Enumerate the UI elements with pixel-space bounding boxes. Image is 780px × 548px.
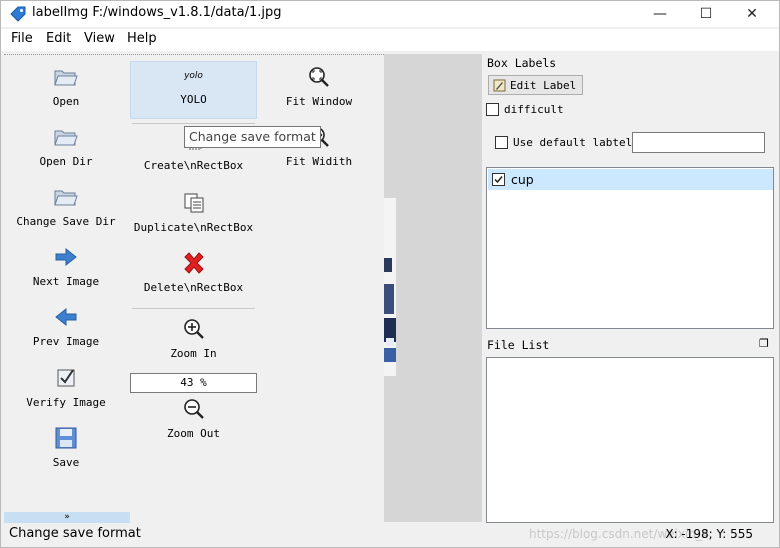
fit-window-button[interactable]: Fit Window xyxy=(257,65,381,108)
tag-icon xyxy=(10,6,26,22)
duplicate-rectbox-button[interactable]: Duplicate\nRectBox xyxy=(130,191,257,234)
format-label: YOLO xyxy=(180,93,207,106)
edit-label-text: Edit Label xyxy=(510,78,577,92)
zoom-in-icon xyxy=(183,319,204,339)
difficult-checkbox[interactable] xyxy=(486,103,499,116)
tooltip: Change save format xyxy=(184,126,321,148)
change-save-dir-button[interactable]: Change Save Dir xyxy=(4,185,128,228)
open-button[interactable]: Open xyxy=(4,65,128,108)
verify-image-label: Verify Image xyxy=(26,396,106,409)
pencil-icon xyxy=(493,79,506,91)
delete-rectbox-button[interactable]: Delete\nRectBox xyxy=(130,251,257,294)
change-save-dir-label: Change Save Dir xyxy=(16,215,116,228)
default-label-input[interactable] xyxy=(632,132,765,153)
open-dir-button[interactable]: Open Dir xyxy=(4,125,128,168)
zoom-out-label: Zoom Out xyxy=(167,427,220,440)
duplicate-rectbox-label: Duplicate\nRectBox xyxy=(133,221,254,234)
copy-icon xyxy=(184,193,203,213)
zoom-out-button[interactable]: Zoom Out xyxy=(130,397,257,440)
file-list-title: File List xyxy=(487,338,550,352)
delete-rectbox-label: Delete\nRectBox xyxy=(143,281,244,294)
open-dir-label: Open Dir xyxy=(39,155,93,168)
label-list-item[interactable]: cup xyxy=(488,169,773,190)
menu-bar: File Edit View Help xyxy=(1,29,779,51)
create-rectbox-label: Create\nRectBox xyxy=(143,159,244,172)
menu-file[interactable]: File xyxy=(11,31,33,46)
window-title: labelImg F:/windows_v1.8.1/data/1.jpg xyxy=(32,5,282,20)
fit-window-label: Fit Window xyxy=(285,95,353,108)
toolbar: Open Open Dir Change Save Dir Next Image xyxy=(4,54,384,524)
edit-label-button[interactable]: Edit Label xyxy=(488,75,583,95)
checkbox-check-icon xyxy=(57,369,75,387)
folder-open-icon xyxy=(54,70,78,86)
zoom-in-button[interactable]: Zoom In xyxy=(130,317,257,360)
image-canvas[interactable] xyxy=(384,54,482,522)
close-button[interactable]: ✕ xyxy=(729,1,775,27)
format-tool[interactable]: yolo YOLO xyxy=(130,69,257,106)
floppy-disk-icon xyxy=(55,427,77,449)
zoom-in-label: Zoom In xyxy=(170,347,217,360)
status-message: Change save format xyxy=(9,526,141,541)
title-bar[interactable]: labelImg F:/windows_v1.8.1/data/1.jpg — … xyxy=(1,1,779,27)
save-label: Save xyxy=(52,456,80,469)
fit-width-label: Fit Widith xyxy=(285,155,353,168)
menu-view[interactable]: View xyxy=(84,31,115,46)
next-image-button[interactable]: Next Image xyxy=(4,245,128,288)
minimize-button[interactable]: — xyxy=(637,1,683,27)
image-preview xyxy=(384,198,396,376)
next-image-label: Next Image xyxy=(32,275,100,288)
difficult-label: difficult xyxy=(504,103,564,116)
folder-open-icon xyxy=(54,190,78,206)
maximize-button[interactable]: ☐ xyxy=(683,1,729,27)
box-labels-title: Box Labels xyxy=(487,56,557,70)
verify-image-button[interactable]: Verify Image xyxy=(4,366,128,409)
label-name: cup xyxy=(511,172,534,187)
zoom-value-spinbox[interactable]: 43 % xyxy=(130,373,257,393)
label-list[interactable]: cup xyxy=(486,167,774,329)
use-default-label-checkbox[interactable] xyxy=(495,136,508,149)
folder-open-icon xyxy=(54,130,78,146)
prev-image-label: Prev Image xyxy=(32,335,100,348)
delete-x-icon xyxy=(183,252,204,274)
zoom-out-icon xyxy=(183,399,204,419)
prev-image-button[interactable]: Prev Image xyxy=(4,305,128,348)
cursor-coordinates: X: -198; Y: 555 xyxy=(665,527,753,541)
arrow-left-icon xyxy=(55,307,77,327)
open-label: Open xyxy=(52,95,80,108)
menu-edit[interactable]: Edit xyxy=(46,31,71,46)
fit-window-icon xyxy=(309,67,329,87)
file-list[interactable] xyxy=(486,357,774,523)
arrow-right-icon xyxy=(55,247,77,267)
use-default-label-text: Use default labtel xyxy=(513,136,633,149)
menu-help[interactable]: Help xyxy=(127,31,157,46)
status-bar: Change save format https://blog.csdn.net… xyxy=(1,523,779,547)
save-button[interactable]: Save xyxy=(4,426,128,469)
label-visible-checkbox[interactable] xyxy=(492,173,505,186)
labelimg-window: labelImg F:/windows_v1.8.1/data/1.jpg — … xyxy=(0,0,780,548)
toolbar-separator xyxy=(132,308,255,309)
toolbar-separator xyxy=(132,123,255,124)
dock-float-icon[interactable]: ❐ xyxy=(759,337,769,350)
yolo-icon: yolo xyxy=(184,71,203,81)
check-icon xyxy=(494,176,503,184)
image-content xyxy=(384,198,396,376)
